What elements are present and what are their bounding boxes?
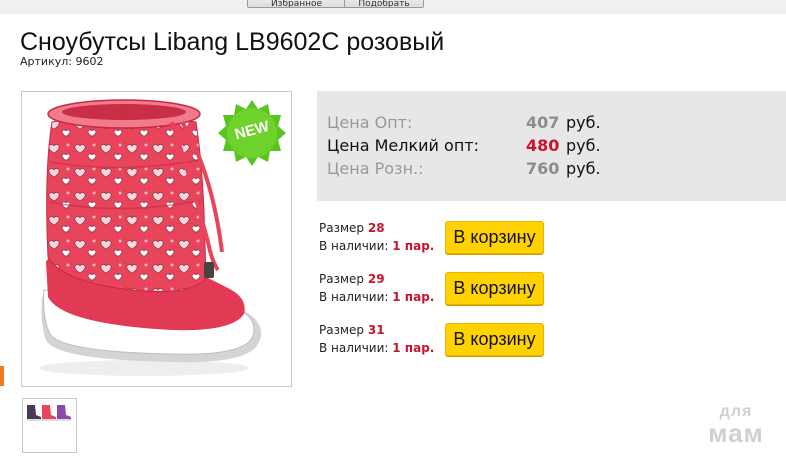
stock-label: В наличии:	[319, 239, 389, 253]
top-button-favorites[interactable]: Избранное	[247, 0, 346, 8]
product-thumbnail[interactable]	[22, 398, 77, 453]
watermark-line-2: мам	[708, 418, 764, 448]
size-line: Размер 29	[319, 272, 385, 286]
stock-value: 1 пар.	[392, 341, 435, 355]
price-label: Цена Розн.:	[327, 159, 424, 178]
top-button-select[interactable]: Подобрать	[344, 0, 424, 8]
price-value: 480	[526, 136, 560, 155]
size-line: Размер 31	[319, 323, 385, 337]
stock-line: В наличии: 1 пар.	[319, 290, 434, 304]
price-currency: руб.	[566, 136, 601, 155]
price-panel: Цена Опт: 407 руб. Цена Мелкий опт: 480 …	[317, 91, 786, 201]
boots-thumbnail-image	[27, 405, 71, 421]
stock-line: В наличии: 1 пар.	[319, 239, 434, 253]
product-main-image[interactable]: NEW	[21, 91, 292, 387]
stock-line: В наличии: 1 пар.	[319, 341, 434, 355]
size-label: Размер	[319, 272, 365, 286]
size-value: 29	[367, 272, 385, 286]
side-scroll-marker	[0, 366, 4, 386]
price-label: Цена Опт:	[327, 113, 413, 132]
new-badge: NEW	[217, 98, 287, 168]
price-label: Цена Мелкий опт:	[327, 136, 479, 155]
size-option-row: Размер 29 В наличии: 1 пар. В корзину	[319, 272, 649, 312]
size-option-row: Размер 31 В наличии: 1 пар. В корзину	[319, 323, 649, 363]
top-toolbar-strip: Избранное Подобрать	[0, 0, 786, 14]
size-label: Размер	[319, 323, 365, 337]
product-title: Сноубутсы Libang LB9602C розовый	[20, 28, 445, 56]
add-to-cart-button[interactable]: В корзину	[445, 272, 544, 305]
product-sku: Артикул: 9602	[20, 55, 103, 68]
size-option-row: Размер 28 В наличии: 1 пар. В корзину	[319, 221, 649, 261]
size-line: Размер 28	[319, 221, 385, 235]
stock-value: 1 пар.	[392, 290, 435, 304]
add-to-cart-button[interactable]: В корзину	[445, 221, 544, 254]
sku-value: 9602	[75, 55, 104, 68]
sku-label: Артикул:	[20, 55, 72, 68]
add-to-cart-button[interactable]: В корзину	[445, 323, 544, 356]
size-value: 28	[367, 221, 385, 235]
stock-value: 1 пар.	[392, 239, 435, 253]
stock-label: В наличии:	[319, 290, 389, 304]
size-value: 31	[367, 323, 385, 337]
price-value: 407	[526, 113, 560, 132]
price-value: 760	[526, 159, 560, 178]
price-currency: руб.	[566, 113, 601, 132]
site-watermark: для мам	[700, 404, 772, 448]
size-label: Размер	[319, 221, 365, 235]
stock-label: В наличии:	[319, 341, 389, 355]
price-currency: руб.	[566, 159, 601, 178]
